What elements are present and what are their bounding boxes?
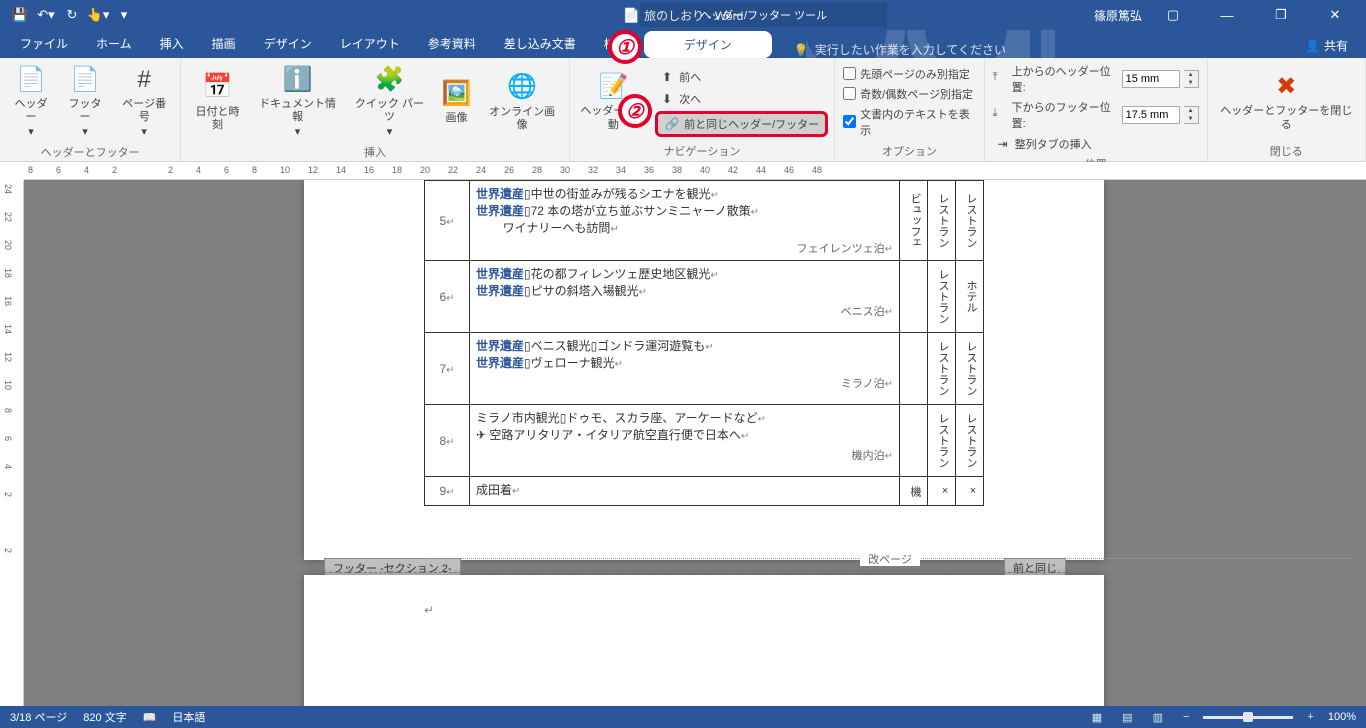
tab-hf-design[interactable]: デザイン [644,31,772,58]
next-button[interactable]: ⬇次へ [655,89,828,109]
close-icon[interactable]: ✕ [1312,0,1358,30]
bot-icon: ⤓ [993,107,1008,123]
readmode-icon[interactable]: ▦ [1086,711,1108,724]
docinfo-button[interactable]: ℹ️ドキュメント情報▾ [252,62,344,142]
tab-layout[interactable]: レイアウト [326,29,414,58]
top-icon: ⤒ [993,71,1008,87]
pagenum-button[interactable]: #ページ番号▾ [114,62,174,142]
link-previous-button[interactable]: 🔗前と同じヘッダー/フッター [655,111,828,137]
close-hf-button[interactable]: ✖ヘッダーとフッターを閉じる [1214,62,1359,141]
odd-even-check[interactable]: 奇数/偶数ページ別指定 [841,85,977,103]
footer-button[interactable]: 📄フッター▾ [60,62,110,142]
meal-cell: レストラン [956,181,984,261]
callout-1: ① [608,30,642,64]
pagenum-icon: # [128,64,160,96]
prev-button[interactable]: ⬆前へ [655,67,828,87]
day-cell: 5↵ [425,181,470,261]
group-options: 先頭ページのみ別指定 奇数/偶数ページ別指定 文書内のテキストを表示 オプション [835,58,984,161]
contextual-tab-label: ヘッダー/フッター ツール [640,3,887,27]
tab-mailings[interactable]: 差し込み文書 [490,29,590,58]
zoom-level[interactable]: 100% [1328,711,1356,723]
page: 5↵ 世界遺産▯中世の街並みが残るシエナを観光↵ 世界遺産▯72 本の塔が立ち並… [304,180,1104,560]
date-icon: 📅 [202,72,234,104]
prev-icon: ⬆ [659,69,675,85]
quick-access-toolbar: 💾 ↶▾ ↻ 👆▾ ▾ [0,3,136,27]
group-header-footer: 📄ヘッダー▾ 📄フッター▾ #ページ番号▾ ヘッダーとフッター [0,58,181,161]
redo-icon[interactable]: ↻ [60,3,84,27]
footer-bot-input[interactable] [1122,106,1180,124]
zoom-slider[interactable] [1203,716,1293,719]
zoom-out-icon[interactable]: − [1177,711,1195,723]
share-icon: 👤 [1305,39,1320,53]
show-text-check[interactable]: 文書内のテキストを表示 [841,105,977,139]
tab-insert[interactable]: 挿入 [146,29,198,58]
footer-bot-row: ⤓下からのフッター位置:▲▼ [991,98,1201,132]
group-navigation: 📝ヘッダーに移動 ② ⬆前へ ⬇次へ 🔗前と同じヘッダー/フッター ナビゲーショ… [570,58,835,161]
spinner[interactable]: ▲▼ [1184,70,1199,88]
footer-icon: 📄 [69,64,101,96]
titlebar: 💾 ↶▾ ↻ 👆▾ ▾ 📄旅のしおり - Word ヘッダー/フッター ツール … [0,0,1366,30]
page-next: ↵ [304,575,1104,712]
header-icon: 📄 [15,64,47,96]
ribbon-options-icon[interactable]: ▢ [1150,0,1196,30]
statusbar: 3/18 ページ 820 文字 📖 日本語 ▦ ▤ ▥ − + 100% [0,706,1366,728]
word-count[interactable]: 820 文字 [83,709,126,725]
tab-home[interactable]: ホーム [82,29,146,58]
ruler-vertical[interactable]: 242220181614121086422 [0,180,24,712]
onlinepic-icon: 🌐 [506,72,538,104]
minimize-icon[interactable]: — [1204,0,1250,30]
page-indicator[interactable]: 3/18 ページ [10,709,67,725]
qat-more-icon[interactable]: ▾ [112,3,136,27]
document-area[interactable]: 5↵ 世界遺産▯中世の街並みが残るシエナを観光↵ 世界遺産▯72 本の塔が立ち並… [24,180,1366,712]
ribbon-tabs: ファイル ホーム 挿入 描画 デザイン レイアウト 参考資料 差し込み文書 校閲… [0,30,1366,58]
link-icon: 🔗 [664,116,680,132]
save-icon[interactable]: 💾 [8,3,32,27]
tab-page-design[interactable]: デザイン [250,29,326,58]
printlayout-icon[interactable]: ▤ [1116,711,1138,724]
zoom-in-icon[interactable]: + [1301,711,1319,723]
undo-icon[interactable]: ↶▾ [34,3,58,27]
ruler-horizontal[interactable]: 8642246810121416182022242628303234363840… [24,162,1366,180]
section-divider [314,572,1066,573]
tab-file[interactable]: ファイル [6,29,82,58]
ribbon: 📄ヘッダー▾ 📄フッター▾ #ページ番号▾ ヘッダーとフッター 📅日付と時刻 ℹ… [0,58,1366,162]
content-cell: 世界遺産▯中世の街並みが残るシエナを観光↵ 世界遺産▯72 本の塔が立ち並ぶサン… [470,181,900,261]
next-icon: ⬇ [659,91,675,107]
language[interactable]: 日本語 [172,709,205,725]
tab-references[interactable]: 参考資料 [414,29,490,58]
meal-cell: ビュッフェ [900,181,928,261]
proofing-icon[interactable]: 📖 [143,711,157,724]
group-position: ⤒上からのヘッダー位置:▲▼ ⤓下からのフッター位置:▲▼ ⇥整列タブの挿入 位… [985,58,1208,161]
meal-cell: レストラン [928,181,956,261]
callout-2: ② [618,94,652,128]
tellme-search[interactable]: 💡実行したい作業を入力してください [794,41,1006,58]
bulb-icon: 💡 [794,43,809,57]
tab-icon: ⇥ [995,136,1011,152]
info-icon: ℹ️ [282,64,314,96]
parts-icon: 🧩 [373,64,405,96]
picture-icon: 🖼️ [440,78,472,110]
picture-button[interactable]: 🖼️画像 [435,62,477,142]
share-button[interactable]: 👤共有 [1295,33,1358,58]
spinner[interactable]: ▲▼ [1184,106,1199,124]
tab-draw[interactable]: 描画 [198,29,250,58]
datetime-button[interactable]: 📅日付と時刻 [187,62,247,142]
header-top-row: ⤒上からのヘッダー位置:▲▼ [991,62,1201,96]
close-x-icon: ✖ [1270,71,1302,103]
group-close: ✖ヘッダーとフッターを閉じる 閉じる [1208,58,1366,161]
weblayout-icon[interactable]: ▥ [1147,711,1169,724]
align-tab-button[interactable]: ⇥整列タブの挿入 [991,134,1201,154]
group-insert: 📅日付と時刻 ℹ️ドキュメント情報▾ 🧩クイック パーツ▾ 🖼️画像 🌐オンライ… [181,58,569,161]
username[interactable]: 篠原篤弘 [1094,7,1142,24]
restore-icon[interactable]: ❐ [1258,0,1304,30]
quickparts-button[interactable]: 🧩クイック パーツ▾ [347,62,431,142]
first-page-check[interactable]: 先頭ページのみ別指定 [841,65,977,83]
onlinepic-button[interactable]: 🌐オンライン画像 [481,62,562,142]
itinerary-table: 5↵ 世界遺産▯中世の街並みが残るシエナを観光↵ 世界遺産▯72 本の塔が立ち並… [424,180,984,506]
touch-icon[interactable]: 👆▾ [86,3,110,27]
header-button[interactable]: 📄ヘッダー▾ [6,62,56,142]
header-top-input[interactable] [1122,70,1180,88]
